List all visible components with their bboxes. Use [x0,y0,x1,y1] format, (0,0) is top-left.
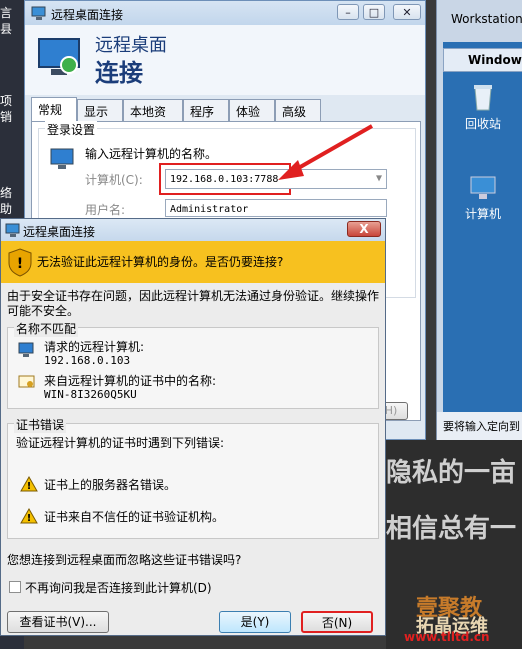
warning-description: 由于安全证书存在问题，因此远程计算机无法通过身份验证。继续操作可能不安全。 [7,289,380,318]
cert-error-1: 证书上的服务器名错误。 [44,478,177,492]
warning-banner: ! 无法验证此远程计算机的身份。是否仍要连接? [1,241,385,283]
warning-banner-text: 无法验证此远程计算机的身份。是否仍要连接? [37,255,284,269]
name-mismatch-title: 名称不匹配 [14,320,79,337]
no-button[interactable]: 否(N) [301,611,373,633]
computer-icon [18,342,34,357]
requested-value: 192.168.0.103 [44,354,131,367]
cert-errors-group: 证书错误 验证远程计算机的证书时遇到下列错误: ! 证书上的服务器名错误。 ! … [7,416,379,539]
yes-button[interactable]: 是(Y) [219,611,291,633]
shield-warning-icon: ! [8,248,32,277]
cert-errors-description: 验证远程计算机的证书时遇到下列错误: [16,436,225,450]
dont-ask-label[interactable]: 不再询问我是否连接到此计算机(D) [25,579,212,596]
view-certificate-button[interactable]: 查看证书(V)... [7,611,109,633]
security-warning-dialog: 远程桌面连接 X ! 无法验证此远程计算机的身份。是否仍要连接? 由于安全证书存… [0,218,386,636]
svg-text:!: ! [27,513,32,524]
svg-text:!: ! [27,481,32,492]
rdc-app-icon [5,223,20,237]
cert-name-label: 来自远程计算机的证书中的名称: [44,374,217,388]
warning-icon: ! [20,508,38,524]
ignore-question: 您想连接到远程桌面而忽略这些证书错误吗? [7,553,242,567]
warning-close-button[interactable]: X [347,221,381,237]
cert-error-2: 证书来自不信任的证书验证机构。 [44,510,225,524]
name-mismatch-group: 名称不匹配 请求的远程计算机: 192.168.0.103 来自远程计算机的证书… [7,320,379,409]
certificate-icon [18,375,35,388]
warning-title: 远程桌面连接 [23,225,96,239]
warning-titlebar[interactable]: 远程桌面连接 X [1,219,385,241]
cert-errors-title: 证书错误 [14,416,67,433]
warning-icon: ! [20,476,38,492]
dont-ask-checkbox[interactable] [9,581,21,593]
svg-text:!: ! [17,256,23,272]
requested-label: 请求的远程计算机: [44,340,145,354]
cert-name-value: WIN-8I3260Q5KU [44,388,137,401]
